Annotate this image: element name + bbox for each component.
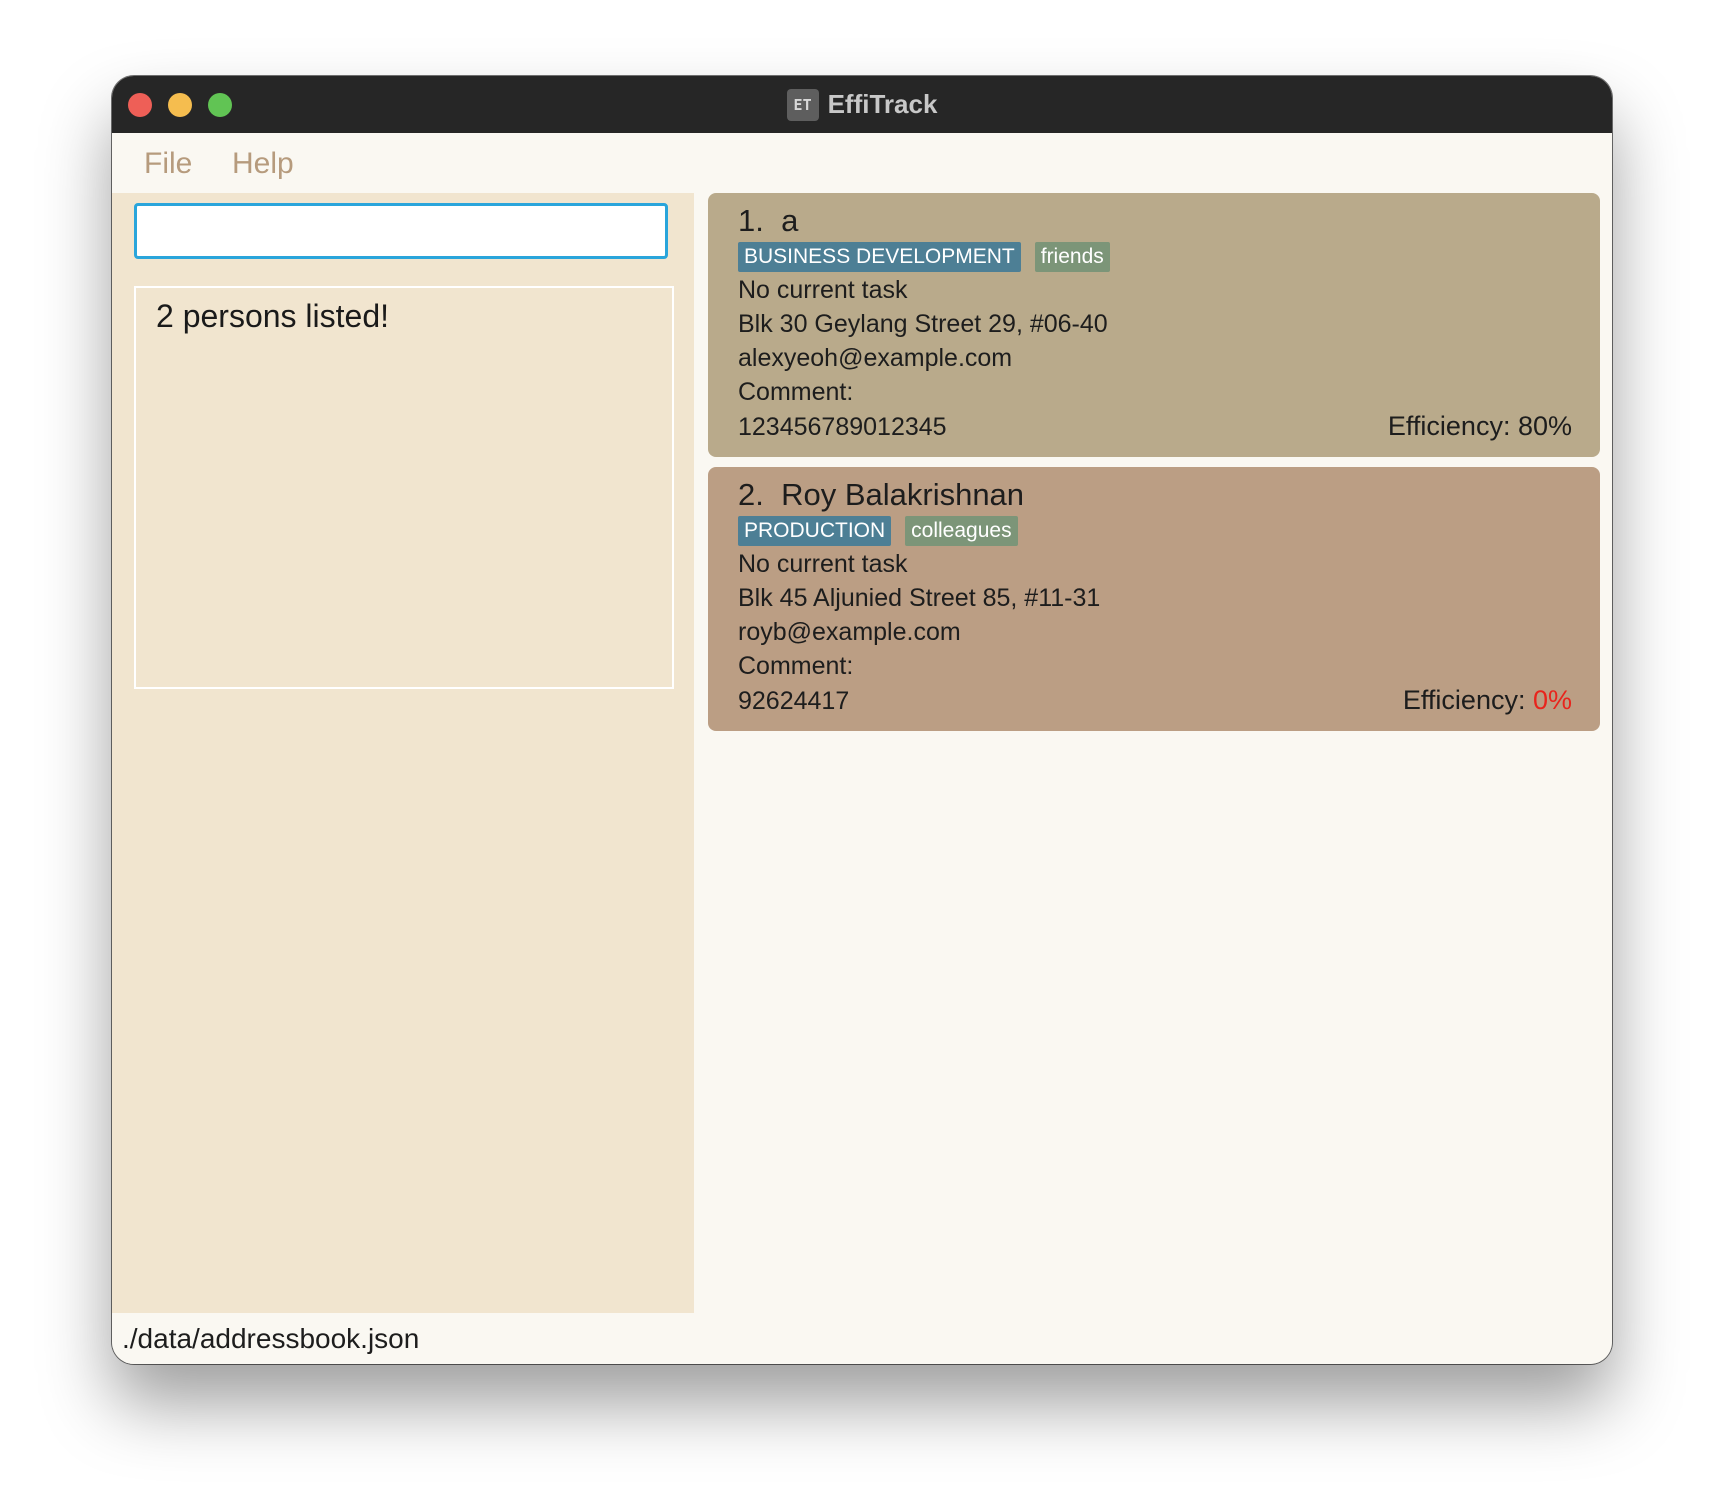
data-file-path: ./data/addressbook.json	[122, 1323, 420, 1354]
efficiency-label: Efficiency:	[1387, 411, 1518, 441]
efficiency-label: Efficiency:	[1402, 685, 1533, 715]
menu-file[interactable]: File	[144, 147, 192, 181]
person-tags: PRODUCTION colleagues	[738, 516, 1032, 546]
person-address: Blk 45 Aljunied Street 85, #11-31	[738, 584, 1101, 612]
person-address: Blk 30 Geylang Street 29, #06-40	[738, 310, 1108, 338]
person-card[interactable]: 2. Roy Balakrishnan PRODUCTION colleague…	[708, 467, 1600, 731]
person-tags: BUSINESS DEVELOPMENT friends	[738, 242, 1124, 272]
window-title-group: ET EffiTrack	[112, 76, 1612, 133]
department-tag: BUSINESS DEVELOPMENT	[738, 242, 1021, 272]
window-title: EffiTrack	[827, 89, 938, 119]
menu-help[interactable]: Help	[232, 147, 294, 181]
person-efficiency: Efficiency: 0%	[1403, 685, 1572, 716]
person-efficiency: Efficiency: 80%	[1388, 411, 1572, 442]
efficiency-value: 80%	[1517, 411, 1572, 441]
person-comment-label: Comment:	[738, 652, 854, 680]
result-message: 2 persons listed!	[156, 298, 390, 334]
left-panel: 2 persons listed!	[112, 193, 694, 1313]
person-task: No current task	[738, 550, 908, 578]
person-tag: friends	[1034, 242, 1110, 272]
result-display: 2 persons listed!	[134, 286, 674, 689]
person-card[interactable]: 1. a BUSINESS DEVELOPMENT friends No cur…	[708, 193, 1600, 457]
app-logo-icon: ET	[786, 88, 819, 121]
person-phone: 123456789012345	[738, 413, 947, 441]
title-bar: ET EffiTrack	[112, 76, 1612, 133]
person-phone: 92624417	[738, 687, 850, 715]
department-tag: PRODUCTION	[738, 516, 892, 546]
person-name: 2. Roy Balakrishnan	[738, 477, 1025, 512]
menu-bar: File Help	[112, 133, 1612, 193]
person-email: royb@example.com	[738, 618, 961, 646]
app-window: ET EffiTrack File Help 2 persons listed!…	[112, 76, 1612, 1364]
person-comment-label: Comment:	[738, 378, 854, 406]
person-name: 1. a	[738, 203, 799, 238]
command-input[interactable]	[134, 203, 668, 259]
efficiency-value: 0%	[1532, 685, 1572, 715]
person-email: alexyeoh@example.com	[738, 344, 1013, 372]
person-tag: colleagues	[905, 516, 1018, 546]
person-task: No current task	[738, 276, 908, 304]
status-bar: ./data/addressbook.json	[112, 1313, 1612, 1364]
